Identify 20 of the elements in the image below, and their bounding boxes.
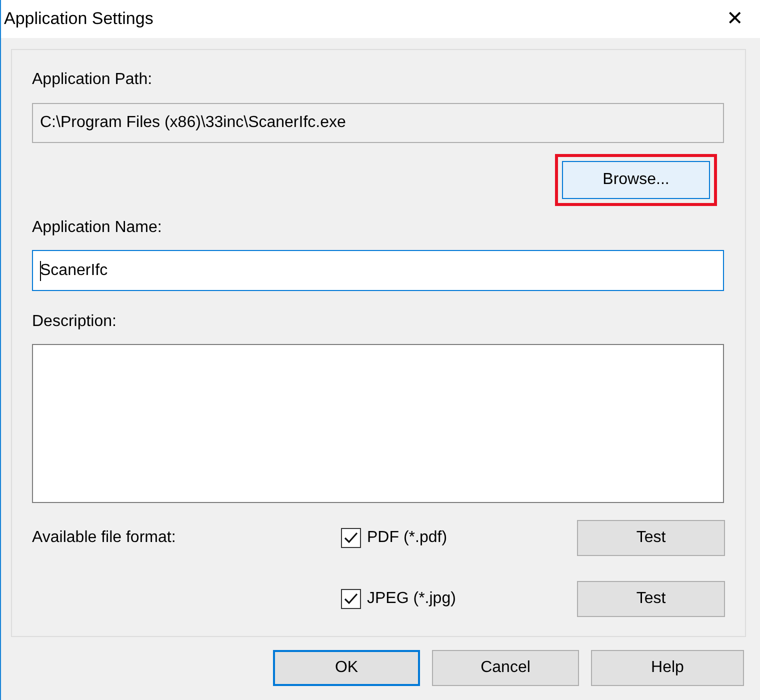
window-title: Application Settings <box>4 8 154 30</box>
format-checkbox[interactable]: JPEG (*.jpg) <box>341 587 577 611</box>
format-checkbox[interactable]: PDF (*.pdf) <box>341 526 577 550</box>
formats-label: Available file format: <box>32 528 177 548</box>
dialog-button[interactable]: OK <box>273 650 420 686</box>
test-button[interactable]: Test <box>577 520 725 556</box>
field-label: Description: <box>32 312 118 332</box>
name-field[interactable]: ScanerIfc <box>32 250 724 291</box>
dialog-button[interactable]: Help <box>591 650 744 686</box>
close-button[interactable]: ✕ <box>720 4 750 34</box>
text-cursor <box>40 260 41 280</box>
dialog-button[interactable]: Cancel <box>432 650 579 686</box>
checkbox-icon <box>341 528 361 548</box>
description-field[interactable] <box>32 344 724 503</box>
path-field[interactable]: C:\Program Files (x86)\33inc\ScanerIfc.exe <box>32 103 724 143</box>
field-label: Application Name: <box>32 218 163 238</box>
checkbox-icon <box>341 589 361 609</box>
browse-button[interactable]: Browse... <box>562 161 710 199</box>
test-button[interactable]: Test <box>577 581 725 617</box>
field-label: Application Path: <box>32 70 154 90</box>
